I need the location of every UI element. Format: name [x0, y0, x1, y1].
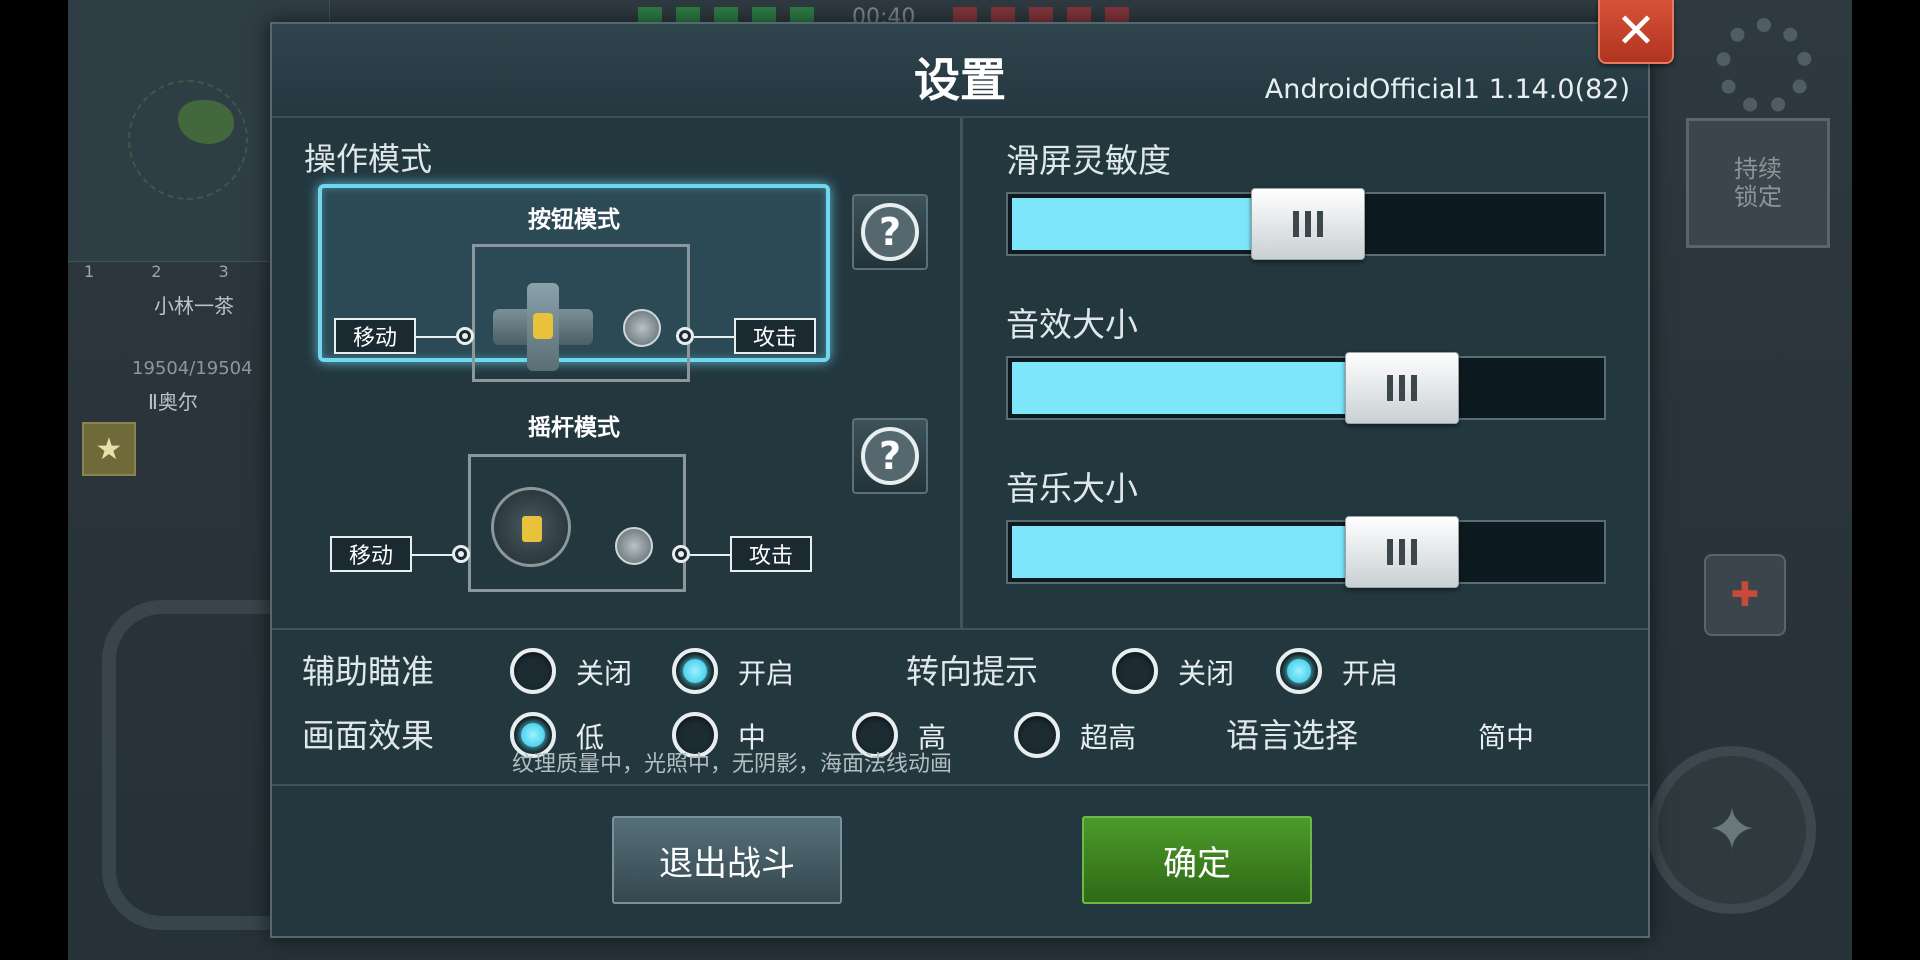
- fire-button[interactable]: ✦: [1648, 746, 1816, 914]
- radio-label: 关闭: [1178, 657, 1235, 690]
- repair-kit-icon[interactable]: ✚: [1704, 554, 1786, 636]
- turn-hint-on-radio[interactable]: [1276, 648, 1322, 694]
- slider-label: 音乐大小: [1006, 469, 1138, 508]
- connector-dot: [672, 545, 690, 563]
- fire-icon: [623, 309, 661, 347]
- joystick-icon: [491, 487, 571, 567]
- slider-handle[interactable]: [1251, 188, 1365, 260]
- mode-preview: [468, 454, 686, 592]
- slider-label: 音效大小: [1006, 305, 1138, 344]
- minimap-range-ring: [128, 80, 248, 200]
- radio-label: 开启: [1342, 657, 1399, 690]
- player-hp: 19504/19504: [132, 358, 253, 379]
- confirm-button[interactable]: 确定: [1082, 816, 1312, 904]
- mode-card-button[interactable]: 按钮模式 移动 攻击: [318, 184, 830, 382]
- panel-divider: [960, 118, 963, 628]
- connector-line: [412, 554, 456, 556]
- connector-dot: [452, 545, 470, 563]
- graphics-label: 画面效果: [302, 716, 434, 755]
- radio-label: 开启: [738, 657, 795, 690]
- mode-title: 摇杆模式: [528, 415, 620, 441]
- language-select[interactable]: 简中: [1478, 716, 1534, 756]
- close-button[interactable]: ✕: [1598, 0, 1674, 64]
- connector-line: [690, 554, 732, 556]
- slider-fill: [1012, 362, 1355, 414]
- slider-fill: [1012, 526, 1355, 578]
- slider-fill: [1012, 198, 1261, 250]
- exit-battle-button[interactable]: 退出战斗: [612, 816, 842, 904]
- attack-label: 攻击: [734, 318, 816, 354]
- question-icon: ?: [861, 203, 919, 261]
- control-mode-label: 操作模式: [304, 140, 433, 178]
- dialog-header: 设置 AndroidOfficial1 1.14.0(82): [272, 24, 1648, 118]
- swipe-sensitivity-slider[interactable]: [1006, 188, 1606, 260]
- settings-dialog: 设置 AndroidOfficial1 1.14.0(82) 操作模式 按钮模式…: [270, 22, 1650, 938]
- help-button[interactable]: ?: [852, 194, 928, 270]
- slider-handle[interactable]: [1345, 516, 1459, 588]
- graphics-description: 纹理质量中，光照中，无阴影，海面法线动画: [512, 752, 953, 777]
- panel-divider: [272, 784, 1648, 786]
- turn-hint-off-radio[interactable]: [1112, 648, 1158, 694]
- mode-card-joystick[interactable]: 摇杆模式 移动 攻击: [318, 408, 830, 592]
- star-icon: ★: [82, 422, 136, 476]
- player-name: 小林一茶: [154, 294, 234, 318]
- aim-assist-on-radio[interactable]: [672, 648, 718, 694]
- connector-line: [416, 336, 460, 338]
- aim-assist-off-radio[interactable]: [510, 648, 556, 694]
- language-label: 语言选择: [1226, 716, 1358, 755]
- lock-target-button[interactable]: 持续 锁定: [1686, 118, 1830, 248]
- mode-title: 按钮模式: [528, 207, 620, 233]
- slider-handle[interactable]: [1345, 352, 1459, 424]
- connector-dot: [456, 327, 474, 345]
- dpad-icon: [493, 283, 593, 371]
- connector-dot: [676, 327, 694, 345]
- move-label: 移动: [334, 318, 416, 354]
- radio-label: 超高: [1080, 721, 1137, 754]
- connector-line: [694, 336, 736, 338]
- turn-hint-label: 转向提示: [906, 652, 1038, 691]
- player-ship: Ⅱ奥尔: [148, 390, 198, 414]
- attack-label: 攻击: [730, 536, 812, 572]
- help-button[interactable]: ?: [852, 418, 928, 494]
- music-volume-slider[interactable]: [1006, 516, 1606, 588]
- version-label: AndroidOfficial1 1.14.0(82): [1264, 74, 1630, 105]
- radio-label: 关闭: [576, 657, 633, 690]
- fire-icon: [615, 527, 653, 565]
- sound-volume-slider[interactable]: [1006, 352, 1606, 424]
- mode-preview: [472, 244, 690, 382]
- graphics-ultra-radio[interactable]: [1014, 712, 1060, 758]
- question-icon: ?: [861, 427, 919, 485]
- slider-label: 滑屏灵敏度: [1006, 141, 1171, 180]
- move-label: 移动: [330, 536, 412, 572]
- gear-icon[interactable]: [1716, 18, 1812, 114]
